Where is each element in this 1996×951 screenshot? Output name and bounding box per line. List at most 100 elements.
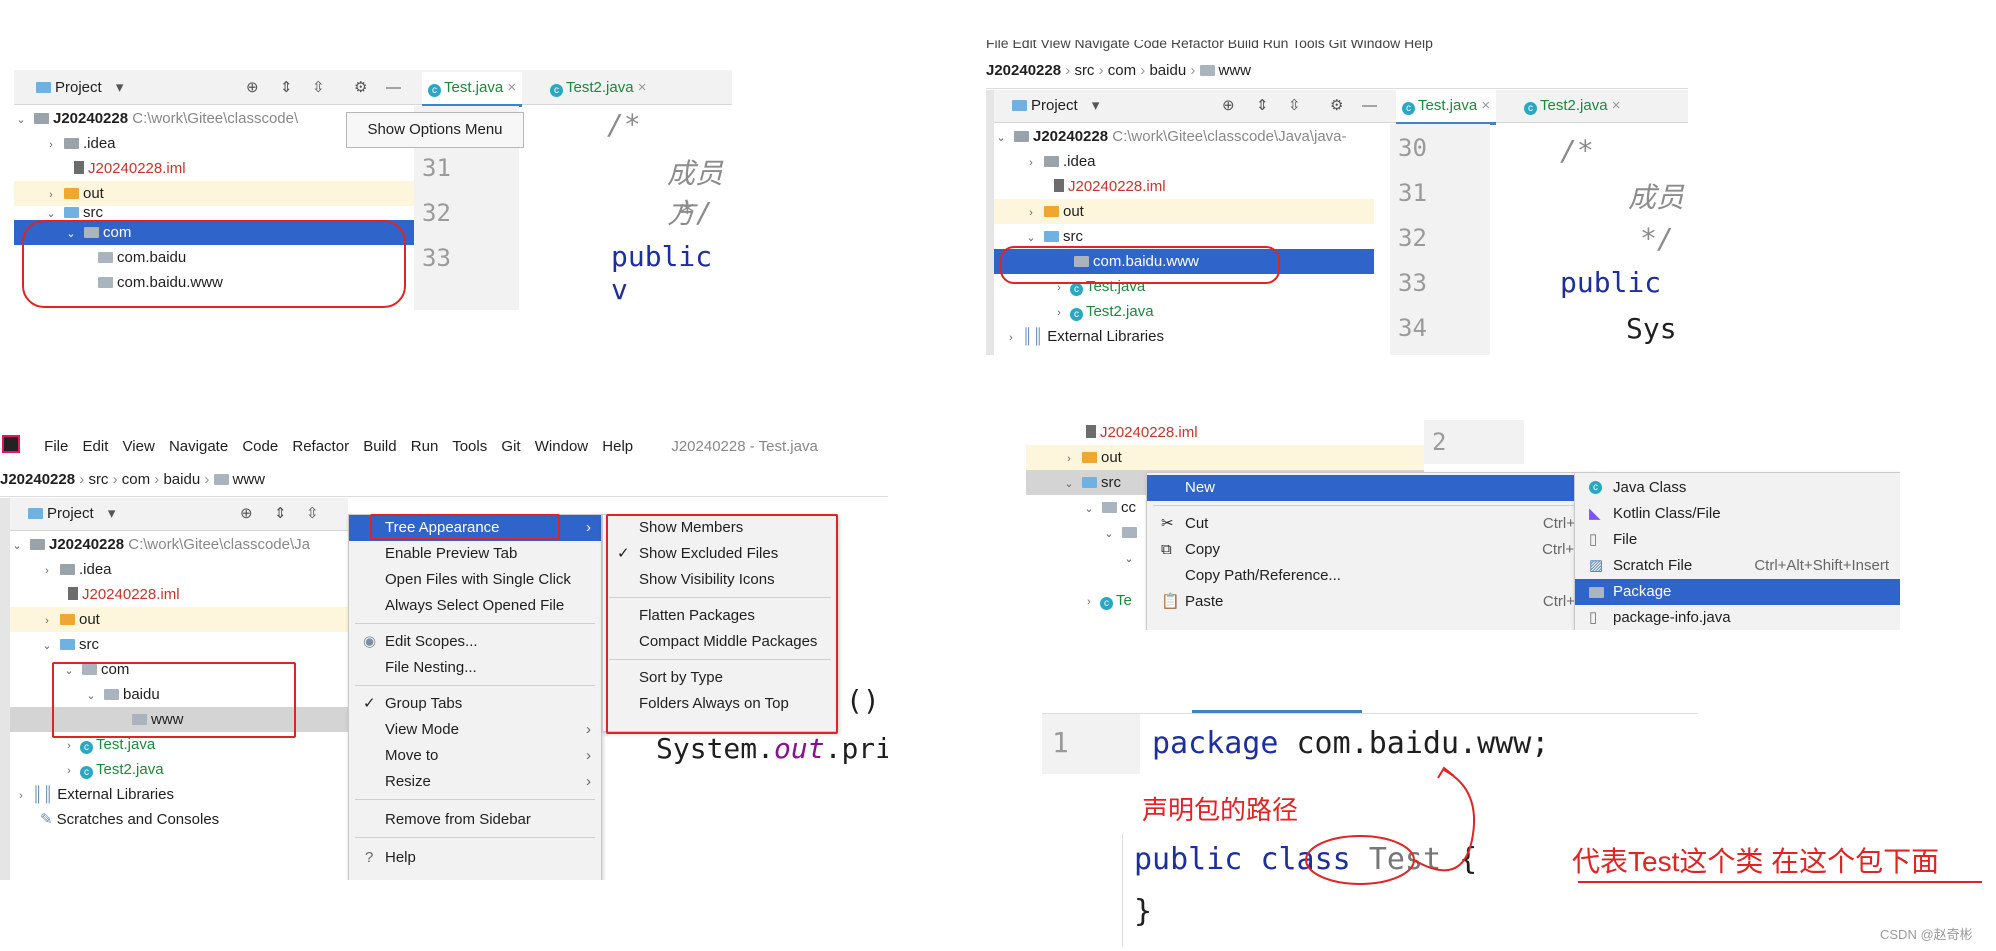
menu-git[interactable]: Git bbox=[501, 438, 520, 455]
tree-item-iml[interactable]: J20240228.iml bbox=[1026, 420, 1424, 445]
project-view-selector[interactable]: Project ▾ bbox=[1012, 90, 1099, 122]
close-icon[interactable]: × bbox=[507, 79, 516, 96]
menu-run[interactable]: Run bbox=[411, 438, 439, 455]
tree-item-out[interactable]: › out bbox=[10, 607, 348, 632]
breadcrumb-item[interactable]: J20240228 bbox=[0, 471, 75, 488]
menu-refactor[interactable]: Refactor bbox=[292, 438, 349, 455]
class-icon: c bbox=[1524, 102, 1537, 115]
breadcrumb-item[interactable]: J20240228 bbox=[986, 62, 1061, 79]
expand-all-icon[interactable]: ⇕ bbox=[280, 72, 293, 104]
close-icon[interactable]: × bbox=[1481, 97, 1490, 114]
menu-item-paste[interactable]: 📋 Paste Ctrl+V bbox=[1147, 589, 1597, 615]
expand-all-icon[interactable]: ⇕ bbox=[274, 498, 287, 530]
tree-label: out bbox=[1063, 203, 1084, 220]
left-toolbar-strip bbox=[0, 498, 10, 880]
breadcrumb-item[interactable]: baidu bbox=[163, 471, 200, 488]
tree-item-scratches[interactable]: ✎ Scratches and Consoles bbox=[10, 807, 348, 832]
tab-test-java[interactable]: c Test.java × bbox=[422, 72, 523, 107]
menu-navigate[interactable]: Navigate bbox=[169, 438, 228, 455]
menu-item-java-class[interactable]: c Java Class bbox=[1575, 475, 1900, 501]
menu-edit[interactable]: Edit bbox=[83, 438, 109, 455]
menu-item-new[interactable]: New› bbox=[1147, 475, 1597, 501]
menu-item-package[interactable]: Package bbox=[1575, 579, 1900, 605]
code-editor[interactable]: /* 成员 */ public Sys bbox=[1490, 124, 1688, 355]
tree-root[interactable]: ⌄ J20240228 C:\work\Gitee\classcode\Ja bbox=[10, 532, 348, 557]
breadcrumb-item[interactable]: baidu bbox=[1149, 62, 1186, 79]
expand-all-icon[interactable]: ⇕ bbox=[1256, 90, 1269, 122]
menu-item-edit-scopes[interactable]: ◉ Edit Scopes... bbox=[349, 629, 601, 655]
collapse-all-icon[interactable]: ⇳ bbox=[312, 72, 325, 104]
close-icon[interactable]: × bbox=[638, 79, 647, 96]
tree-root[interactable]: ⌄ J20240228 C:\work\Gitee\classcode\Java\… bbox=[994, 124, 1374, 149]
locate-icon[interactable]: ⊕ bbox=[240, 498, 253, 530]
menu-item-open-single-click[interactable]: Open Files with Single Click bbox=[349, 567, 601, 593]
menu-item-view-mode[interactable]: View Mode › bbox=[349, 717, 601, 743]
folder-icon bbox=[64, 188, 79, 199]
breadcrumb-item[interactable]: src bbox=[1074, 62, 1094, 79]
gear-icon[interactable]: ⚙ bbox=[1330, 90, 1343, 122]
menu-item-group-tabs[interactable]: ✓ Group Tabs bbox=[349, 691, 601, 717]
menu-view[interactable]: View bbox=[123, 438, 155, 455]
code-editor[interactable]: /* 成员方 */ public v bbox=[519, 106, 732, 310]
scope-icon: ◉ bbox=[363, 633, 377, 650]
root-name: J20240228 bbox=[53, 110, 129, 127]
menu-window[interactable]: Window bbox=[535, 438, 588, 455]
tree-item-iml[interactable]: J20240228.iml bbox=[14, 156, 414, 181]
tree-item-out[interactable]: › out bbox=[14, 181, 414, 206]
gear-icon[interactable]: ⚙ bbox=[354, 72, 367, 104]
menu-tools[interactable]: Tools bbox=[452, 438, 487, 455]
tree-item-src[interactable]: ⌄ src bbox=[10, 632, 348, 657]
project-view-selector[interactable]: Project ▾ bbox=[36, 72, 123, 104]
breadcrumb-item[interactable]: com bbox=[122, 471, 150, 488]
tree-item-external-libraries[interactable]: › ║║ External Libraries bbox=[10, 782, 348, 807]
menu-item-scratch-file[interactable]: ▨ Scratch File Ctrl+Alt+Shift+Insert bbox=[1575, 553, 1900, 579]
close-icon[interactable]: × bbox=[1612, 97, 1621, 114]
breadcrumb-item[interactable]: src bbox=[88, 471, 108, 488]
menu-item-always-select[interactable]: Always Select Opened File bbox=[349, 593, 601, 619]
breadcrumb-item[interactable]: www bbox=[233, 471, 266, 488]
menu-code[interactable]: Code bbox=[242, 438, 278, 455]
tree-item-test2-java[interactable]: › c Test2.java bbox=[10, 757, 348, 782]
menu-build[interactable]: Build bbox=[363, 438, 396, 455]
menu-item-move-to[interactable]: Move to › bbox=[349, 743, 601, 769]
project-view-selector[interactable]: Project ▾ bbox=[28, 498, 115, 530]
locate-icon[interactable]: ⊕ bbox=[1222, 90, 1235, 122]
menu-item-copy-path[interactable]: Copy Path/Reference... bbox=[1147, 563, 1597, 589]
chevron-right-icon: › bbox=[586, 721, 591, 738]
tab-test2-java[interactable]: c Test2.java × bbox=[1518, 90, 1626, 122]
menu-item-copy[interactable]: ⧉ Copy Ctrl+C bbox=[1147, 537, 1597, 563]
menu-item-label: package-info.java bbox=[1613, 609, 1731, 626]
tree-item-iml[interactable]: J20240228.iml bbox=[994, 174, 1374, 199]
tree-item-idea[interactable]: › .idea bbox=[10, 557, 348, 582]
tree-item-idea[interactable]: › .idea bbox=[994, 149, 1374, 174]
menu-item-resize[interactable]: Resize › bbox=[349, 769, 601, 795]
collapse-all-icon[interactable]: ⇳ bbox=[1288, 90, 1301, 122]
minimize-icon[interactable]: — bbox=[386, 72, 401, 104]
menu-item-file[interactable]: ▯ File bbox=[1575, 527, 1900, 553]
tree-item-iml[interactable]: J20240228.iml bbox=[10, 582, 348, 607]
chevron-right-icon: › bbox=[1057, 307, 1061, 319]
breadcrumb-item[interactable]: www bbox=[1219, 62, 1252, 79]
menu-file[interactable]: File bbox=[44, 438, 68, 455]
menu-help[interactable]: Help bbox=[602, 438, 633, 455]
menu-item-file-nesting[interactable]: File Nesting... bbox=[349, 655, 601, 681]
menu-item-remove-sidebar[interactable]: Remove from Sidebar bbox=[349, 807, 601, 833]
tree-item-external-libraries[interactable]: › ║║ External Libraries bbox=[994, 324, 1374, 349]
chevron-right-icon: › bbox=[49, 189, 53, 201]
menu-item-kotlin-class[interactable]: ◣ Kotlin Class/File bbox=[1575, 501, 1900, 527]
tab-test-java[interactable]: c Test.java × bbox=[1396, 90, 1497, 125]
collapse-all-icon[interactable]: ⇳ bbox=[306, 498, 319, 530]
tree-item-src[interactable]: ⌄ src bbox=[14, 206, 414, 220]
minimize-icon[interactable]: — bbox=[1362, 90, 1377, 122]
tab-test2-java[interactable]: c Test2.java × bbox=[544, 72, 652, 104]
tree-item-out[interactable]: › out bbox=[994, 199, 1374, 224]
chevron-right-icon: › bbox=[1029, 157, 1033, 169]
locate-icon[interactable]: ⊕ bbox=[246, 72, 259, 104]
menu-item-cut[interactable]: ✂ Cut Ctrl+X bbox=[1147, 511, 1597, 537]
menu-item-package-info[interactable]: ▯ package-info.java bbox=[1575, 605, 1900, 630]
menu-item-enable-preview-tab[interactable]: Enable Preview Tab bbox=[349, 541, 601, 567]
breadcrumb-item[interactable]: com bbox=[1108, 62, 1136, 79]
tree-item-out[interactable]: › out bbox=[1026, 445, 1424, 470]
menu-item-help[interactable]: ? Help bbox=[349, 845, 601, 871]
tree-item-test2-java[interactable]: › c Test2.java bbox=[994, 299, 1374, 324]
